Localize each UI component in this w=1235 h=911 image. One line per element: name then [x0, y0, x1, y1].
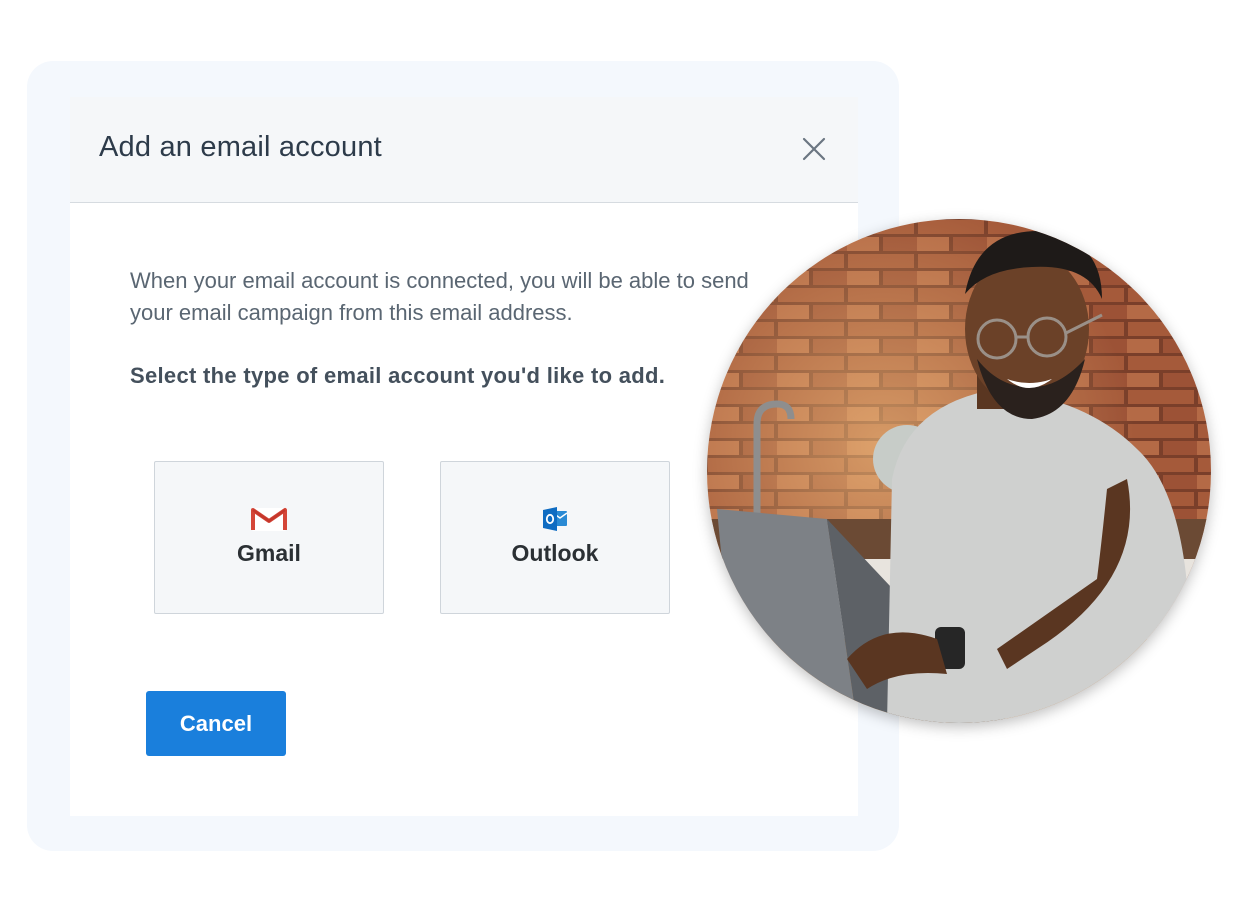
- modal-header: Add an email account: [70, 97, 858, 203]
- modal-description: When your email account is connected, yo…: [130, 268, 749, 325]
- outlook-option-card[interactable]: Outlook: [440, 461, 670, 614]
- close-button[interactable]: [799, 134, 829, 164]
- gmail-label: Gmail: [237, 540, 301, 566]
- gmail-option-card[interactable]: Gmail: [154, 461, 384, 614]
- cancel-button[interactable]: Cancel: [146, 691, 286, 756]
- outlook-icon: [542, 506, 568, 537]
- stage: Add an email account When your email acc…: [0, 0, 1235, 911]
- modal-title: Add an email account: [99, 131, 382, 163]
- close-icon: [802, 137, 826, 161]
- outlook-label: Outlook: [511, 540, 599, 566]
- modal-prompt: Select the type of email account you'd l…: [130, 363, 666, 388]
- smiling-man-using-laptop-photo: [707, 219, 1211, 723]
- gmail-icon: [251, 506, 287, 537]
